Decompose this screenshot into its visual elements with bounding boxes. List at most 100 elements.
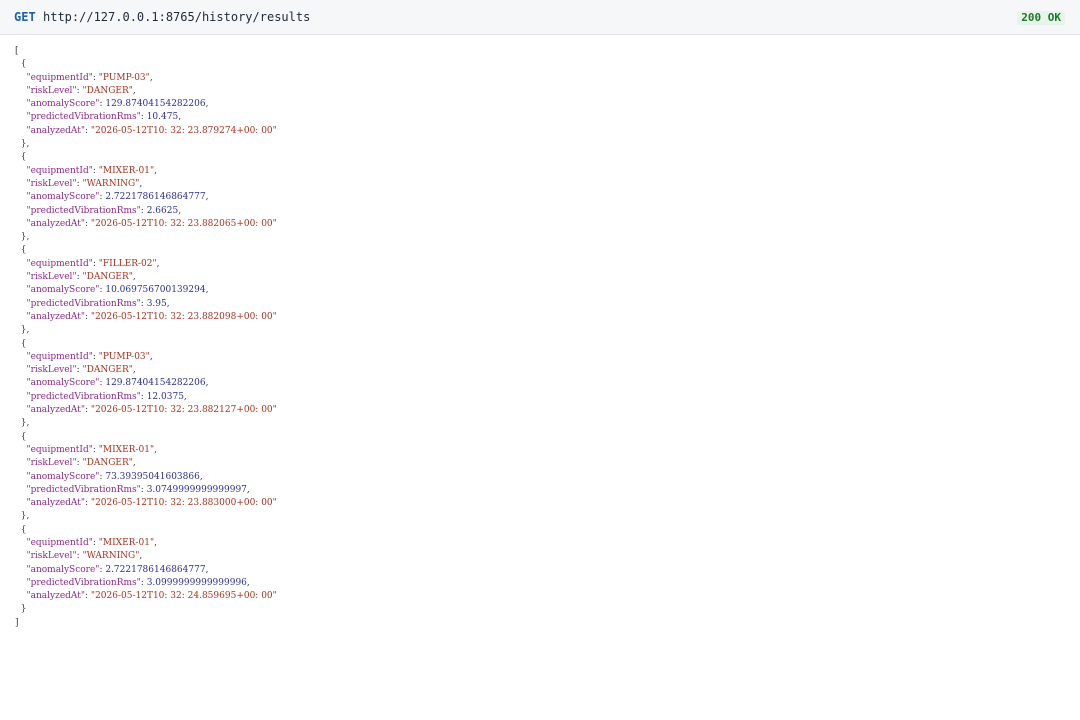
json-key: "equipmentId" [26,165,93,176]
json-key: "analyzedAt" [26,498,86,509]
json-key: "riskLevel" [26,272,77,283]
json-number-value: 12.0375 [146,391,184,402]
json-key: "anomalyScore" [26,99,100,110]
json-number-value: 3.0999999999999996 [146,577,247,588]
json-key: "predictedVibrationRms" [26,577,141,588]
comma: , [178,112,182,123]
json-string-value: 2026-05-12T10: 32: 23.879274+00: 00 [95,125,273,136]
comma: , [178,205,182,216]
json-quote: " [272,591,277,602]
json-quote: " [272,218,277,229]
comma: , [246,577,250,588]
json-key: "equipmentId" [26,72,93,83]
comma: , [156,258,160,269]
json-field: "riskLevel": "DANGER", [15,457,277,470]
json-field: "anomalyScore": 129.87404154282206, [15,98,277,111]
brace: }, [15,511,30,522]
comma: , [205,285,209,296]
json-field: "analyzedAt": "2026-05-12T10: 32: 23.879… [15,125,277,138]
json-key: "predictedVibrationRms" [26,484,141,495]
json-field: "anomalyScore": 10.069756700139294, [15,284,277,297]
json-field: "analyzedAt": "2026-05-12T10: 32: 23.882… [15,218,277,231]
json-string-value: FILLER-02 [102,258,153,269]
comma: , [205,378,209,389]
json-key: "analyzedAt" [26,311,86,322]
json-field: "anomalyScore": 2.7221786146864777, [15,564,277,577]
brace: { [15,152,27,163]
json-key: "anomalyScore" [26,378,100,389]
comma: , [132,458,136,469]
json-string-value: 2026-05-12T10: 32: 24.859695+00: 00 [95,591,273,602]
json-quote: " [272,125,277,136]
json-quote: " [272,311,277,322]
json-string-value: DANGER [86,85,129,96]
comma: , [154,444,157,455]
json-key: "riskLevel" [26,365,77,376]
json-field: "analyzedAt": "2026-05-12T10: 32: 23.882… [15,311,277,324]
json-number-value: 3.0749999999999997 [146,484,247,495]
json-string-value: WARNING [86,178,136,189]
json-object-open: { [15,244,277,257]
json-key: "predictedVibrationRms" [26,112,141,123]
json-key: "equipmentId" [26,351,93,362]
json-key: "analyzedAt" [26,218,86,229]
comma: , [132,365,136,376]
request-bar: GET http://127.0.0.1:8765/history/result… [0,0,1080,35]
json-object-close: }, [15,510,277,523]
json-string-value: DANGER [86,365,129,376]
json-key: "anomalyScore" [26,192,100,203]
json-key: "predictedVibrationRms" [26,391,141,402]
json-field: "analyzedAt": "2026-05-12T10: 32: 23.882… [15,404,276,417]
json-field: "predictedVibrationRms": 3.0999999999999… [15,577,277,590]
request-url[interactable]: http://127.0.0.1:8765/history/results [43,10,310,24]
json-key: "predictedVibrationRms" [26,298,141,309]
json-key: "anomalyScore" [26,471,100,482]
json-string-value: MIXER-01 [102,537,150,548]
json-object-open: { [15,338,277,351]
json-key: "riskLevel" [26,178,77,189]
comma: , [149,72,153,83]
json-number-value: 10.069756700139294 [105,285,206,296]
comma: , [246,484,250,495]
json-number-value: 129.87404154282206 [105,99,206,110]
json-number-value: 2.7221786146864777 [105,564,206,575]
comma: , [149,351,153,362]
json-field: "riskLevel": "WARNING", [15,178,277,191]
json-field: "analyzedAt": "2026-05-12T10: 32: 23.883… [15,497,277,510]
json-key: "anomalyScore" [26,285,100,296]
brace: { [15,59,27,70]
brace: { [15,524,27,535]
json-number-value: 3.95 [146,298,167,309]
json-open-bracket: [ [15,45,277,58]
json-field: "equipmentId": "PUMP-03", [15,351,277,364]
json-string-value: 2026-05-12T10: 32: 23.882098+00: 00 [95,311,273,322]
json-quote: " [272,498,277,509]
json-object-close: }, [15,231,277,244]
brace: } [15,604,27,615]
json-string-value: DANGER [86,458,129,469]
json-key: "analyzedAt" [26,405,86,416]
comma: , [166,298,170,309]
json-number-value: 2.7221786146864777 [105,192,206,203]
json-object-open: { [15,431,277,444]
brace: { [15,431,27,442]
json-number-value: 10.475 [146,112,179,123]
http-method: GET [14,10,36,24]
brace: }, [15,418,30,429]
json-number-value: 73.39395041603866 [105,471,200,482]
comma: , [132,85,136,96]
json-field: "equipmentId": "PUMP-03", [15,72,277,85]
